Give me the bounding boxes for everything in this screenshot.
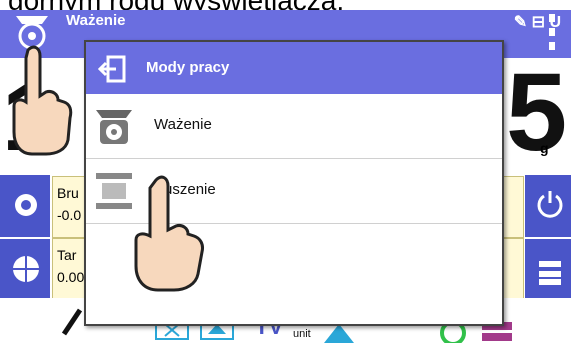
weight-unit: g <box>540 140 549 156</box>
info-value: 0.00 <box>57 269 85 285</box>
printer-icon <box>539 261 561 285</box>
power-button[interactable] <box>525 175 571 239</box>
mode-item-label: Ważenie <box>154 116 212 133</box>
info-value: -0.0 <box>57 207 82 223</box>
wrench-icon[interactable] <box>60 304 86 338</box>
unit-label: unit <box>293 328 311 340</box>
tare-button[interactable] <box>0 239 50 303</box>
left-button-column <box>0 175 50 303</box>
info-label: Bru <box>57 185 79 201</box>
menu-dots-icon[interactable] <box>545 14 559 50</box>
pie-icon <box>13 256 39 282</box>
info-label: Tar <box>57 247 77 263</box>
dialog-title: Mody pracy <box>146 59 230 76</box>
pointing-hand-icon <box>12 45 73 156</box>
pointing-hand-icon <box>134 175 204 292</box>
scale-icon <box>96 110 132 144</box>
back-icon[interactable] <box>98 54 128 84</box>
print-button[interactable] <box>525 239 571 303</box>
weight-digit-right: 5 <box>506 51 568 174</box>
gear-icon <box>15 194 37 216</box>
right-button-column <box>525 175 571 303</box>
mode-item-weighing[interactable]: Ważenie <box>86 94 502 159</box>
settings-button[interactable] <box>0 175 50 239</box>
header-title: Ważenie <box>66 12 126 29</box>
power-icon <box>537 191 563 218</box>
